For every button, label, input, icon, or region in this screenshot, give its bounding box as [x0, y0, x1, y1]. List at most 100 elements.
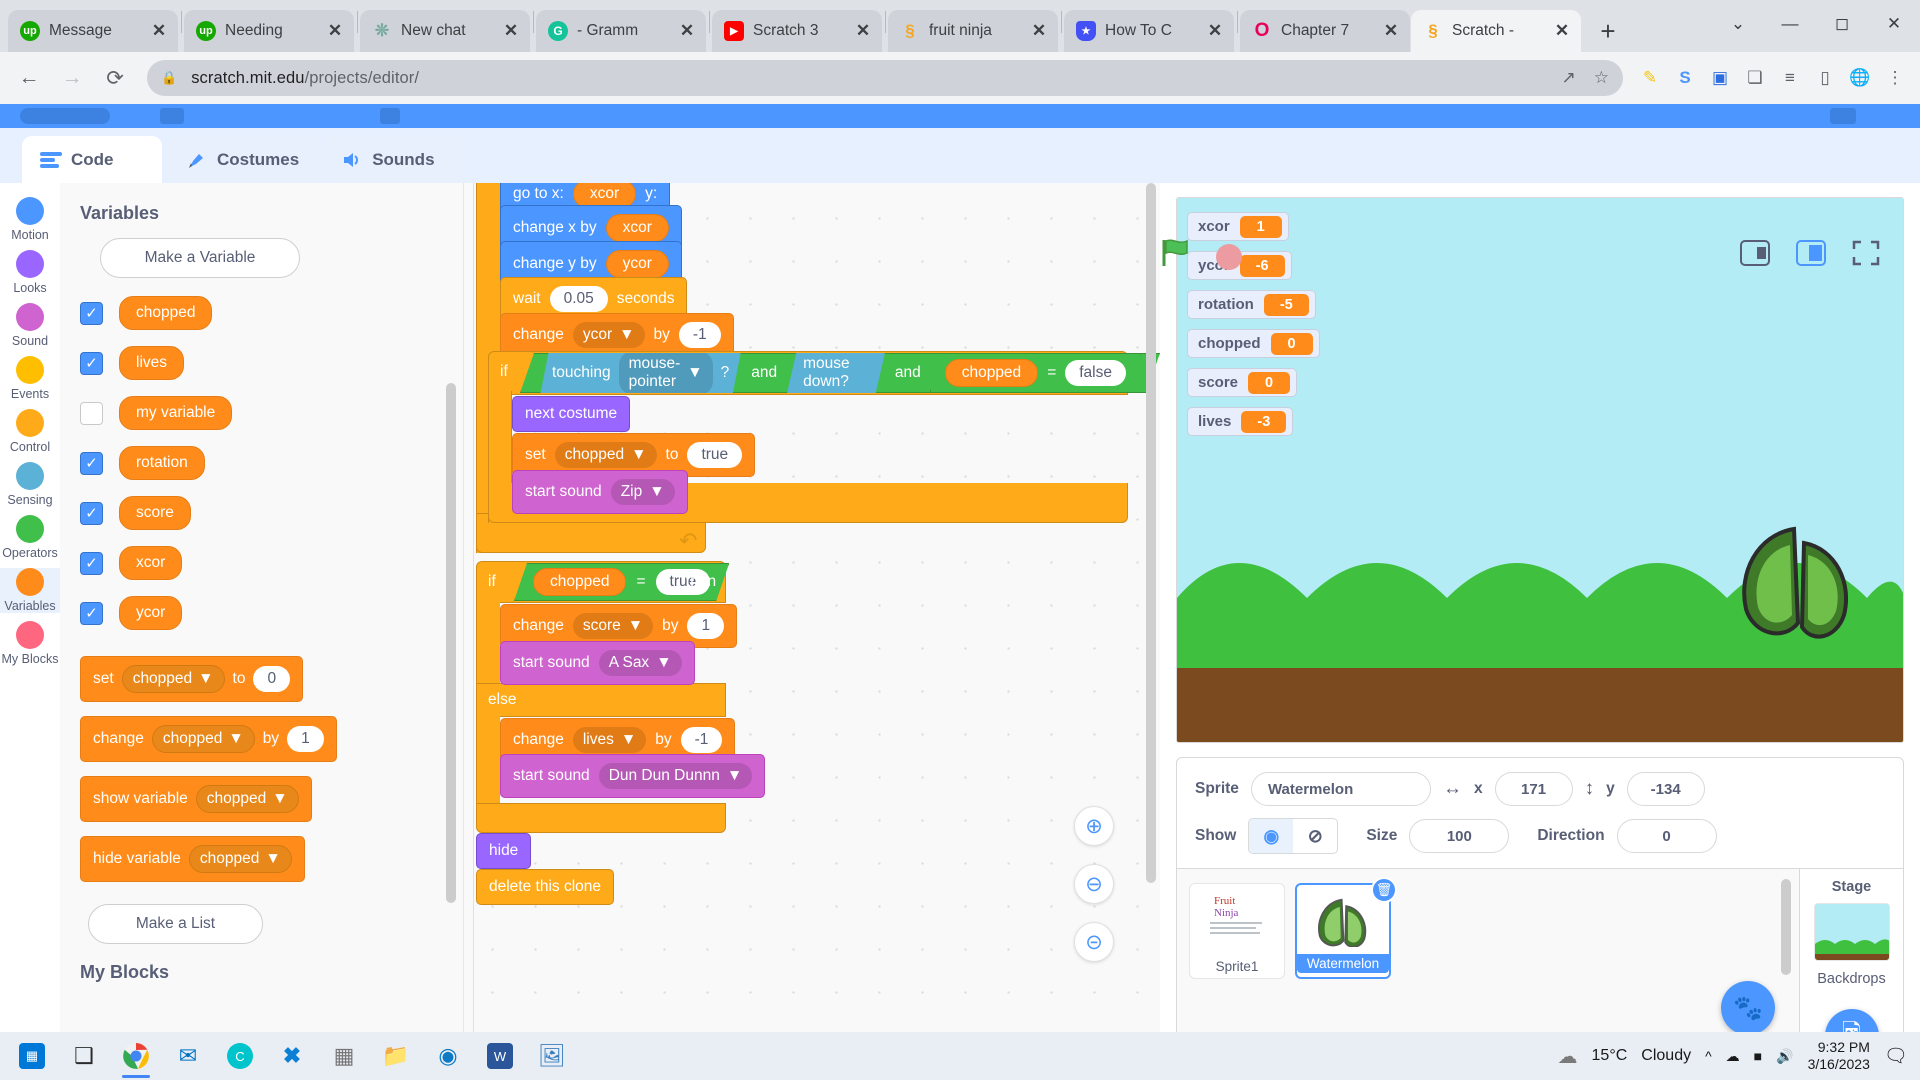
browser-tab[interactable]: ▶ Scratch 3 ✕: [712, 10, 882, 52]
palette-block-set-variable[interactable]: set chopped ▼ to 0: [80, 656, 304, 702]
tab-close-icon[interactable]: ✕: [1551, 20, 1573, 42]
change-value-input[interactable]: -1: [678, 322, 721, 348]
reload-icon[interactable]: ⟳: [96, 59, 134, 97]
share-icon[interactable]: ↗: [1562, 68, 1576, 88]
variable-chip[interactable]: lives: [119, 346, 185, 380]
fullscreen-icon[interactable]: [1852, 240, 1880, 271]
reading-list-icon[interactable]: ≡: [1775, 63, 1805, 93]
taskbar-clock[interactable]: 9:32 PM 3/16/2023: [1808, 1039, 1870, 1074]
category-events[interactable]: Events: [0, 356, 60, 401]
variable-arg-chopped[interactable]: chopped: [533, 568, 626, 596]
variable-checkbox[interactable]: ✓: [80, 501, 103, 525]
category-control[interactable]: Control: [0, 409, 60, 454]
sprite-item-sprite1[interactable]: Fruit Ninja Sprite1: [1189, 883, 1285, 979]
zoom-reset-button[interactable]: ⊝: [1074, 922, 1114, 962]
stage-backdrop-thumbnail[interactable]: [1813, 903, 1890, 961]
category-variables[interactable]: Variables: [0, 568, 60, 613]
weather-desc[interactable]: Cloudy: [1641, 1047, 1691, 1065]
zoom-in-button[interactable]: ⊕: [1074, 806, 1114, 846]
address-bar[interactable]: 🔒 scratch.mit.edu/projects/editor/ ↗ ☆: [147, 60, 1623, 96]
sound-dropdown[interactable]: Dun Dun Dunnn ▼: [598, 763, 753, 789]
mouse-down-block[interactable]: mouse down?: [786, 349, 886, 397]
tab-sounds[interactable]: Sounds: [323, 136, 464, 183]
block-start-sound-a-sax[interactable]: start sound A Sax ▼: [500, 641, 695, 685]
block-start-sound-zip[interactable]: start sound Zip ▼: [512, 470, 688, 514]
pencil-extension-icon[interactable]: ✎: [1635, 63, 1665, 93]
store-icon[interactable]: ▦: [318, 1032, 370, 1080]
variable-checkbox[interactable]: ✓: [80, 451, 103, 475]
start-button[interactable]: ▦: [6, 1032, 58, 1080]
task-view-icon[interactable]: ❑: [58, 1032, 110, 1080]
eye-visible-icon[interactable]: ◉: [1249, 819, 1294, 853]
variable-arg-xcor[interactable]: xcor: [605, 214, 669, 242]
forward-icon[interactable]: →: [53, 59, 91, 97]
variable-checkbox[interactable]: ✓: [80, 301, 103, 325]
variable-dropdown[interactable]: chopped ▼: [195, 785, 299, 813]
file-explorer-icon[interactable]: 📁: [370, 1032, 422, 1080]
monitor-chopped[interactable]: chopped 0: [1187, 329, 1320, 358]
word-icon[interactable]: W: [474, 1032, 526, 1080]
s-extension-icon[interactable]: S: [1670, 63, 1700, 93]
profile-avatar-icon[interactable]: 🌐: [1845, 63, 1875, 93]
palette-scrollbar[interactable]: [446, 383, 456, 903]
category-operators[interactable]: Operators: [0, 515, 60, 560]
equals-operator-block[interactable]: chopped = false: [930, 353, 1141, 393]
monitor-score[interactable]: score 0: [1187, 368, 1298, 397]
edge-icon[interactable]: ◉: [422, 1032, 474, 1080]
window-maximize-icon[interactable]: ◻: [1816, 2, 1868, 46]
canva-icon[interactable]: C: [214, 1032, 266, 1080]
eye-hidden-icon[interactable]: ⊘: [1293, 819, 1337, 853]
sound-dropdown[interactable]: A Sax ▼: [598, 650, 682, 676]
variable-dropdown[interactable]: score ▼: [572, 613, 654, 639]
mail-icon[interactable]: ✉: [162, 1032, 214, 1080]
variable-checkbox[interactable]: ✓: [80, 351, 103, 375]
block-value-input[interactable]: 0: [253, 666, 291, 692]
menu-edit[interactable]: [380, 108, 400, 124]
tab-close-icon[interactable]: ✕: [1028, 20, 1050, 42]
weather-temp[interactable]: 15°C: [1592, 1047, 1628, 1065]
variable-chip[interactable]: rotation: [119, 446, 205, 480]
variable-checkbox[interactable]: [80, 401, 103, 425]
sprite-name-input[interactable]: Watermelon: [1250, 772, 1431, 806]
stage[interactable]: xcor 1 ycor -6 rotation -5 chopped 0 sco…: [1176, 197, 1904, 743]
category-my-blocks[interactable]: My Blocks: [0, 621, 60, 666]
tab-close-icon[interactable]: ✕: [852, 20, 874, 42]
sprite-size-input[interactable]: 100: [1409, 819, 1510, 853]
watermelon-sprite[interactable]: [1732, 523, 1862, 643]
and-operator-block[interactable]: touching mouse-pointer ▼ ? and mouse down…: [520, 353, 1160, 393]
tab-close-icon[interactable]: ✕: [1204, 20, 1226, 42]
make-a-variable-button[interactable]: Make a Variable: [100, 238, 300, 278]
small-stage-icon[interactable]: [1740, 240, 1770, 271]
window-minimize-dropdown-icon[interactable]: ⌄: [1712, 2, 1764, 46]
screenshot-extension-icon[interactable]: ▣: [1705, 63, 1735, 93]
touching-target-dropdown[interactable]: mouse-pointer ▼: [619, 351, 713, 395]
make-a-list-button[interactable]: Make a List: [88, 904, 263, 944]
wifi-icon[interactable]: ☁: [1726, 1048, 1740, 1065]
block-hide[interactable]: hide: [476, 833, 532, 869]
add-sprite-button[interactable]: 🐾: [1721, 981, 1775, 1035]
tab-code[interactable]: Code: [22, 136, 162, 183]
variable-chip[interactable]: xcor: [119, 546, 183, 580]
sprite-direction-input[interactable]: 0: [1616, 819, 1717, 853]
palette-variable-row[interactable]: ✓ xcor: [80, 546, 463, 580]
zoom-out-button[interactable]: ⊖: [1074, 864, 1114, 904]
variable-checkbox[interactable]: ✓: [80, 551, 103, 575]
sprite-y-input[interactable]: -134: [1626, 772, 1705, 806]
palette-variable-row[interactable]: ✓ lives: [80, 346, 463, 380]
variable-dropdown[interactable]: chopped ▼: [151, 725, 255, 753]
variable-checkbox[interactable]: ✓: [80, 601, 103, 625]
browser-tab[interactable]: ❊ New chat ✕: [360, 10, 530, 52]
block-value-input[interactable]: 1: [287, 726, 324, 752]
browser-tab[interactable]: up Message ✕: [8, 10, 178, 52]
volume-icon[interactable]: 🔊: [1776, 1048, 1793, 1065]
window-close-icon[interactable]: ✕: [1868, 2, 1920, 46]
variable-chip[interactable]: ycor: [119, 596, 183, 630]
chrome-icon[interactable]: [110, 1032, 162, 1080]
variable-chip[interactable]: my variable: [119, 396, 233, 430]
variable-chip[interactable]: score: [119, 496, 191, 530]
variable-dropdown[interactable]: chopped ▼: [121, 665, 225, 693]
star-icon[interactable]: ☆: [1594, 68, 1609, 88]
sprite-pane-scrollbar[interactable]: [1781, 879, 1791, 975]
monitor-xcor[interactable]: xcor 1: [1187, 212, 1289, 241]
vscode-icon[interactable]: ✖: [266, 1032, 318, 1080]
